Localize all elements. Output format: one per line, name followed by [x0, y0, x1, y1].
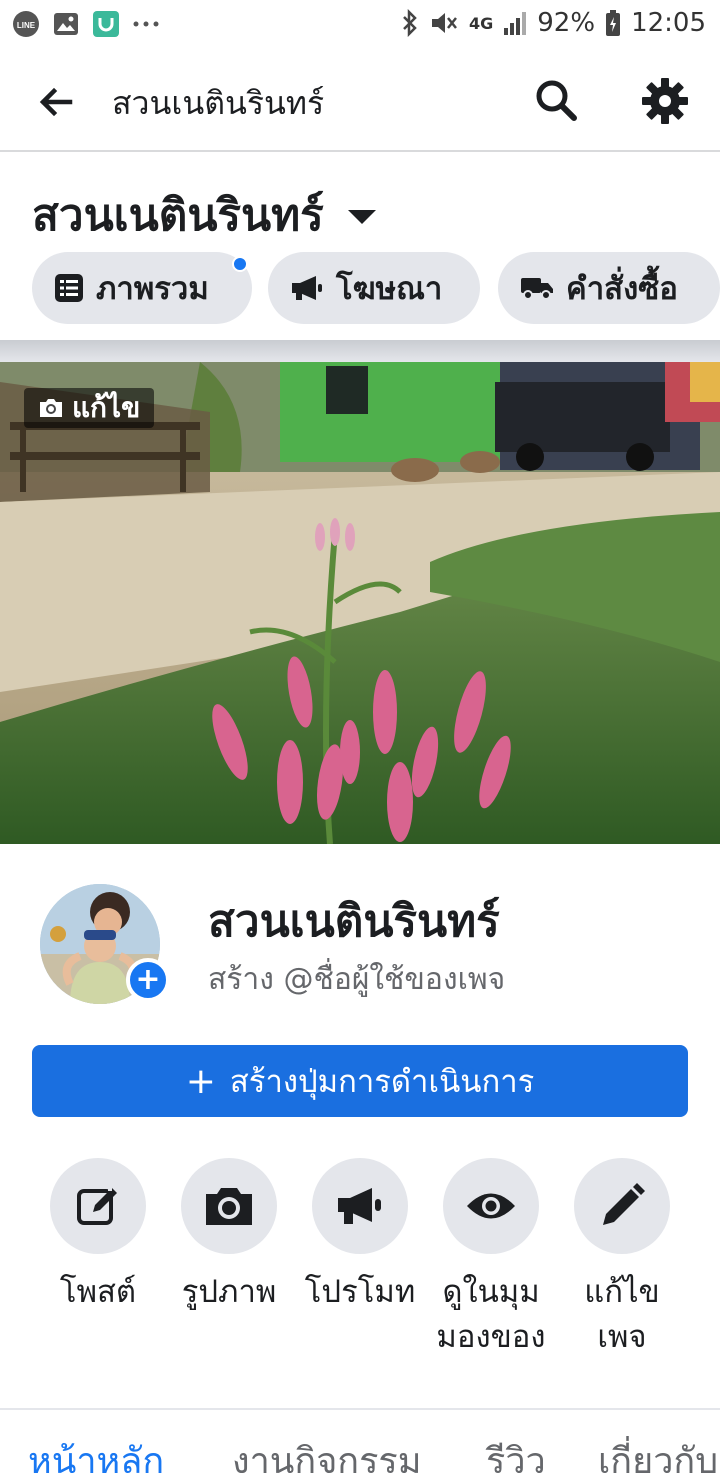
- tab-about[interactable]: เกี่ยวกับ: [598, 1432, 718, 1480]
- eye-icon: [467, 1193, 515, 1219]
- caret-down-icon: [347, 210, 376, 224]
- camera-icon: [40, 399, 62, 417]
- edit-post-icon: [77, 1187, 117, 1225]
- action-photo-label: รูปภาพ: [181, 1274, 277, 1310]
- action-edit-page-label: แก้ไข เพจ: [584, 1274, 660, 1355]
- battery-icon: [606, 10, 621, 36]
- status-right: 4G 92% 12:05: [401, 8, 706, 38]
- edit-cover-label: แก้ไข: [72, 391, 141, 424]
- chip-overview-label: ภาพรวม: [96, 271, 209, 307]
- gallery-icon: [52, 10, 80, 38]
- chip-row: ภาพรวม โฆษณา คำสั่งซื้อ: [32, 252, 720, 326]
- back-arrow-icon[interactable]: [34, 80, 78, 124]
- action-promote-circle: [312, 1158, 408, 1254]
- chip-ads[interactable]: โฆษณา: [268, 252, 480, 324]
- search-icon[interactable]: [532, 76, 580, 124]
- create-username-link[interactable]: สร้าง @ชื่อผู้ใช้ของเพจ: [208, 956, 505, 1003]
- action-promote-label: โปรโมท: [304, 1274, 416, 1310]
- action-post-circle: [50, 1158, 146, 1254]
- create-action-button[interactable]: + สร้างปุ่มการดำเนินการ: [32, 1045, 688, 1117]
- action-post-label: โพสต์: [59, 1274, 137, 1310]
- svg-text:LINE: LINE: [17, 21, 36, 30]
- mute-icon: [432, 13, 457, 33]
- page-tabs: หน้าหลัก งานกิจกรรม รีวิว เกี่ยวกับ: [0, 1410, 720, 1480]
- more-dots-icon: [132, 10, 160, 38]
- plus-icon: +: [185, 1060, 216, 1102]
- action-view-as[interactable]: ดูในมุม มองของ: [425, 1158, 557, 1360]
- cover-photo[interactable]: [0, 362, 720, 844]
- profile-name: สวนเนตินรินทร์: [208, 896, 500, 947]
- chip-orders[interactable]: คำสั่งซื้อ: [498, 252, 720, 324]
- battery-percent: 92%: [537, 8, 596, 38]
- page-switcher[interactable]: สวนเนตินรินทร์: [32, 180, 376, 250]
- action-edit-page[interactable]: แก้ไข เพจ: [556, 1158, 688, 1360]
- signal-icon: [504, 12, 527, 35]
- action-post[interactable]: โพสต์: [32, 1158, 164, 1315]
- create-action-label: สร้างปุ่มการดำเนินการ: [229, 1064, 535, 1100]
- mi-icon: [92, 10, 120, 38]
- action-promote[interactable]: โปรโมท: [294, 1158, 426, 1315]
- chip-ads-label: โฆษณา: [336, 271, 443, 307]
- megaphone-icon: [292, 276, 322, 300]
- pencil-icon: [603, 1183, 645, 1225]
- tab-home[interactable]: หน้าหลัก: [28, 1432, 164, 1480]
- camera-icon: [206, 1188, 252, 1225]
- action-edit-page-circle: [574, 1158, 670, 1254]
- tab-events[interactable]: งานกิจกรรม: [232, 1432, 422, 1480]
- action-view-as-circle: [443, 1158, 539, 1254]
- notification-dot: [232, 256, 248, 272]
- network-type: 4G: [469, 13, 494, 33]
- status-left-icons: LINE: [12, 10, 160, 38]
- settings-gear-icon[interactable]: [640, 76, 690, 126]
- chip-orders-label: คำสั่งซื้อ: [566, 271, 678, 307]
- page-name-heading: สวนเนตินรินทร์: [32, 190, 324, 241]
- status-bar: LINE 4G 92% 12:05: [0, 0, 720, 50]
- action-photo-circle: [181, 1158, 277, 1254]
- section-separator: [0, 340, 720, 362]
- tab-reviews[interactable]: รีวิว: [486, 1432, 546, 1480]
- edit-cover-button[interactable]: แก้ไข: [24, 388, 155, 428]
- app-bar-title: สวนเนตินรินทร์: [112, 84, 325, 122]
- action-view-as-label: ดูในมุม มองของ: [436, 1274, 546, 1355]
- clock: 12:05: [631, 8, 706, 38]
- line-icon: LINE: [12, 10, 40, 38]
- app-bar: สวนเนตินรินทร์: [0, 50, 720, 152]
- list-icon: [55, 274, 83, 302]
- chip-overview[interactable]: ภาพรวม: [32, 252, 252, 324]
- truck-icon: [521, 278, 553, 300]
- megaphone-icon: [338, 1188, 381, 1224]
- add-profile-photo-button[interactable]: +: [126, 958, 170, 1002]
- page-actions: โพสต์ รูปภาพ โปรโมท ดูในมุม มองของ แก้ไข…: [0, 1158, 720, 1378]
- bluetooth-icon: [403, 9, 417, 37]
- action-photo[interactable]: รูปภาพ: [163, 1158, 295, 1315]
